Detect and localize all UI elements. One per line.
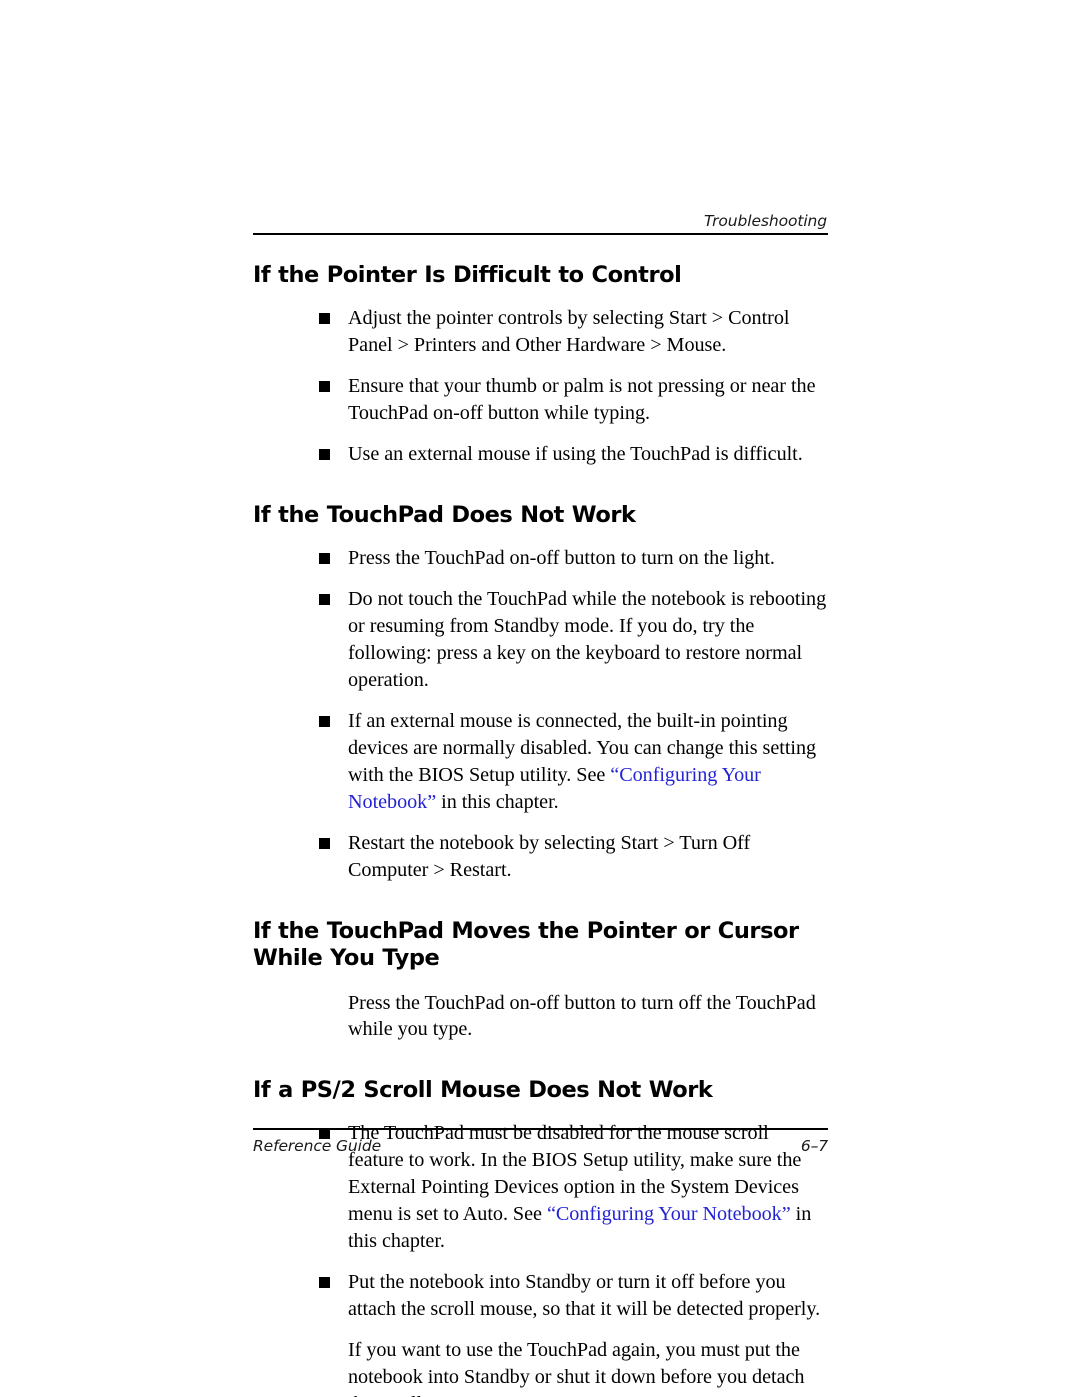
square-bullet-icon bbox=[319, 552, 330, 564]
section-heading-touchpad-not-work: If the TouchPad Does Not Work bbox=[253, 501, 636, 528]
list-item: Press the TouchPad on-off button to turn… bbox=[253, 545, 828, 572]
section-heading-pointer-difficult: If the Pointer Is Difficult to Control bbox=[253, 262, 682, 288]
list-item-text: Press the TouchPad on-off button to turn… bbox=[348, 546, 775, 569]
section-trailing-paragraph-ps2-scroll-mouse: If you want to use the TouchPad again, y… bbox=[348, 1339, 805, 1397]
square-bullet-icon bbox=[319, 313, 330, 324]
square-bullet-icon bbox=[319, 837, 330, 849]
cross-reference-link-configuring-your-notebook[interactable]: “Configuring Your Notebook” bbox=[547, 1203, 791, 1225]
list-item-text: Put the notebook into Standby or turn it… bbox=[348, 1271, 821, 1321]
square-bullet-icon bbox=[319, 593, 330, 605]
list-item: Do not touch the TouchPad while the note… bbox=[253, 586, 828, 694]
page-footer: Reference Guide 6–7 bbox=[253, 1128, 828, 1155]
list-item: Use an external mouse if using the Touch… bbox=[253, 441, 828, 468]
document-page: Troubleshooting If the Pointer Is Diffic… bbox=[0, 0, 1080, 1397]
list-item-text: Restart the notebook by selecting Start … bbox=[348, 831, 751, 881]
bullet-list-touchpad-not-work: Press the TouchPad on-off button to turn… bbox=[253, 545, 828, 884]
footer-divider-rule bbox=[253, 1128, 828, 1130]
list-item: Adjust the pointer controls by selecting… bbox=[253, 305, 828, 359]
square-bullet-icon bbox=[319, 448, 330, 460]
list-item: If an external mouse is connected, the b… bbox=[253, 708, 828, 816]
section-paragraph-touchpad-moves-pointer: Press the TouchPad on-off button to turn… bbox=[348, 991, 816, 1041]
footer-row: Reference Guide 6–7 bbox=[253, 1137, 828, 1155]
footer-document-title: Reference Guide bbox=[253, 1137, 382, 1155]
list-item-text: Ensure that your thumb or palm is not pr… bbox=[348, 374, 816, 424]
running-header-chapter-title: Troubleshooting bbox=[703, 212, 827, 230]
square-bullet-icon bbox=[319, 1277, 330, 1289]
section-heading-touchpad-moves-pointer: If the TouchPad Moves the Pointer or Cur… bbox=[253, 917, 799, 971]
list-item: Restart the notebook by selecting Start … bbox=[253, 830, 828, 884]
list-item-text-after: in this chapter. bbox=[436, 790, 559, 813]
document-body: If the Pointer Is Difficult to Control A… bbox=[253, 262, 828, 1397]
list-item: Put the notebook into Standby or turn it… bbox=[253, 1269, 828, 1323]
list-item: Ensure that your thumb or palm is not pr… bbox=[253, 373, 828, 427]
list-item-text: Use an external mouse if using the Touch… bbox=[348, 442, 803, 465]
square-bullet-icon bbox=[319, 715, 330, 727]
list-item-text: Adjust the pointer controls by selecting… bbox=[348, 307, 790, 356]
list-item-text: Do not touch the TouchPad while the note… bbox=[348, 587, 827, 691]
bullet-list-pointer-difficult: Adjust the pointer controls by selecting… bbox=[253, 305, 828, 468]
section-heading-ps2-scroll-mouse: If a PS/2 Scroll Mouse Does Not Work bbox=[253, 1077, 713, 1104]
running-header: Troubleshooting bbox=[253, 212, 828, 243]
header-divider-rule bbox=[253, 233, 828, 236]
footer-page-number: 6–7 bbox=[800, 1137, 828, 1155]
square-bullet-icon bbox=[319, 380, 330, 392]
